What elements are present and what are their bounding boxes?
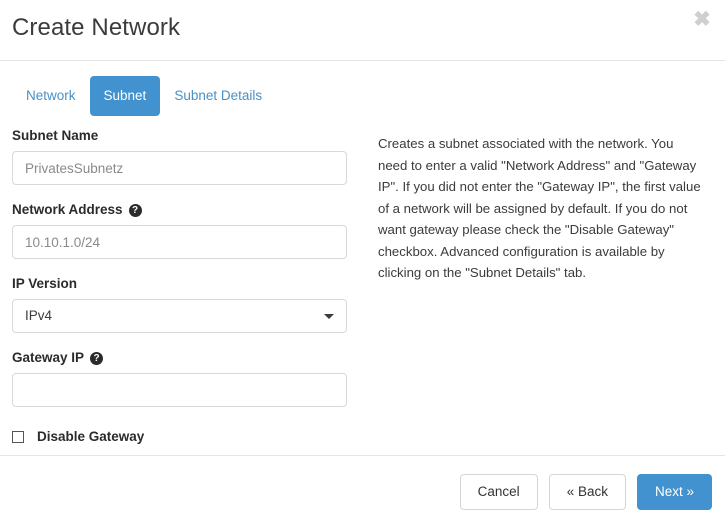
subnet-name-input[interactable] [12,151,347,185]
page-title: Create Network [12,14,181,41]
ip-version-select-wrap: IPv4 [12,299,347,333]
modal-header: Create Network ✖ [0,0,725,61]
footer-button-group: Cancel « Back Next » [459,474,712,510]
field-network-address: Network Address ? [12,202,347,259]
subnet-name-label-text: Subnet Name [12,128,99,143]
field-subnet-name: Subnet Name [12,128,347,185]
ip-version-select[interactable]: IPv4 [12,299,347,333]
ip-version-label-text: IP Version [12,276,78,291]
disable-gateway-checkbox[interactable] [12,431,24,443]
gateway-ip-input[interactable] [12,373,347,407]
help-description: Creates a subnet associated with the net… [378,136,701,280]
network-address-input[interactable] [12,225,347,259]
disable-gateway-row[interactable]: Disable Gateway [12,429,347,445]
field-ip-version: IP Version IPv4 [12,276,347,333]
disable-gateway-label: Disable Gateway [37,429,145,444]
back-button[interactable]: « Back [548,474,626,510]
gateway-ip-label: Gateway IP ? [12,350,347,366]
wizard-tabs: Network Subnet Subnet Details [12,76,276,116]
subnet-name-label: Subnet Name [12,128,347,144]
help-icon[interactable]: ? [128,203,142,217]
cancel-button[interactable]: Cancel [459,474,538,510]
network-address-label: Network Address ? [12,202,347,218]
gateway-ip-label-text: Gateway IP [12,350,85,365]
close-icon[interactable]: ✖ [691,9,713,31]
field-gateway-ip: Gateway IP ? [12,350,347,407]
tab-subnet-details[interactable]: Subnet Details [160,76,276,116]
subnet-form: Subnet Name Network Address ? IP Version… [12,128,347,445]
tab-network[interactable]: Network [12,76,90,116]
tab-subnet[interactable]: Subnet [89,76,161,116]
network-address-label-text: Network Address [12,202,123,217]
help-icon[interactable]: ? [90,351,104,365]
modal-footer: Cancel « Back Next » [0,455,725,521]
ip-version-label: IP Version [12,276,347,292]
next-button[interactable]: Next » [636,474,712,510]
